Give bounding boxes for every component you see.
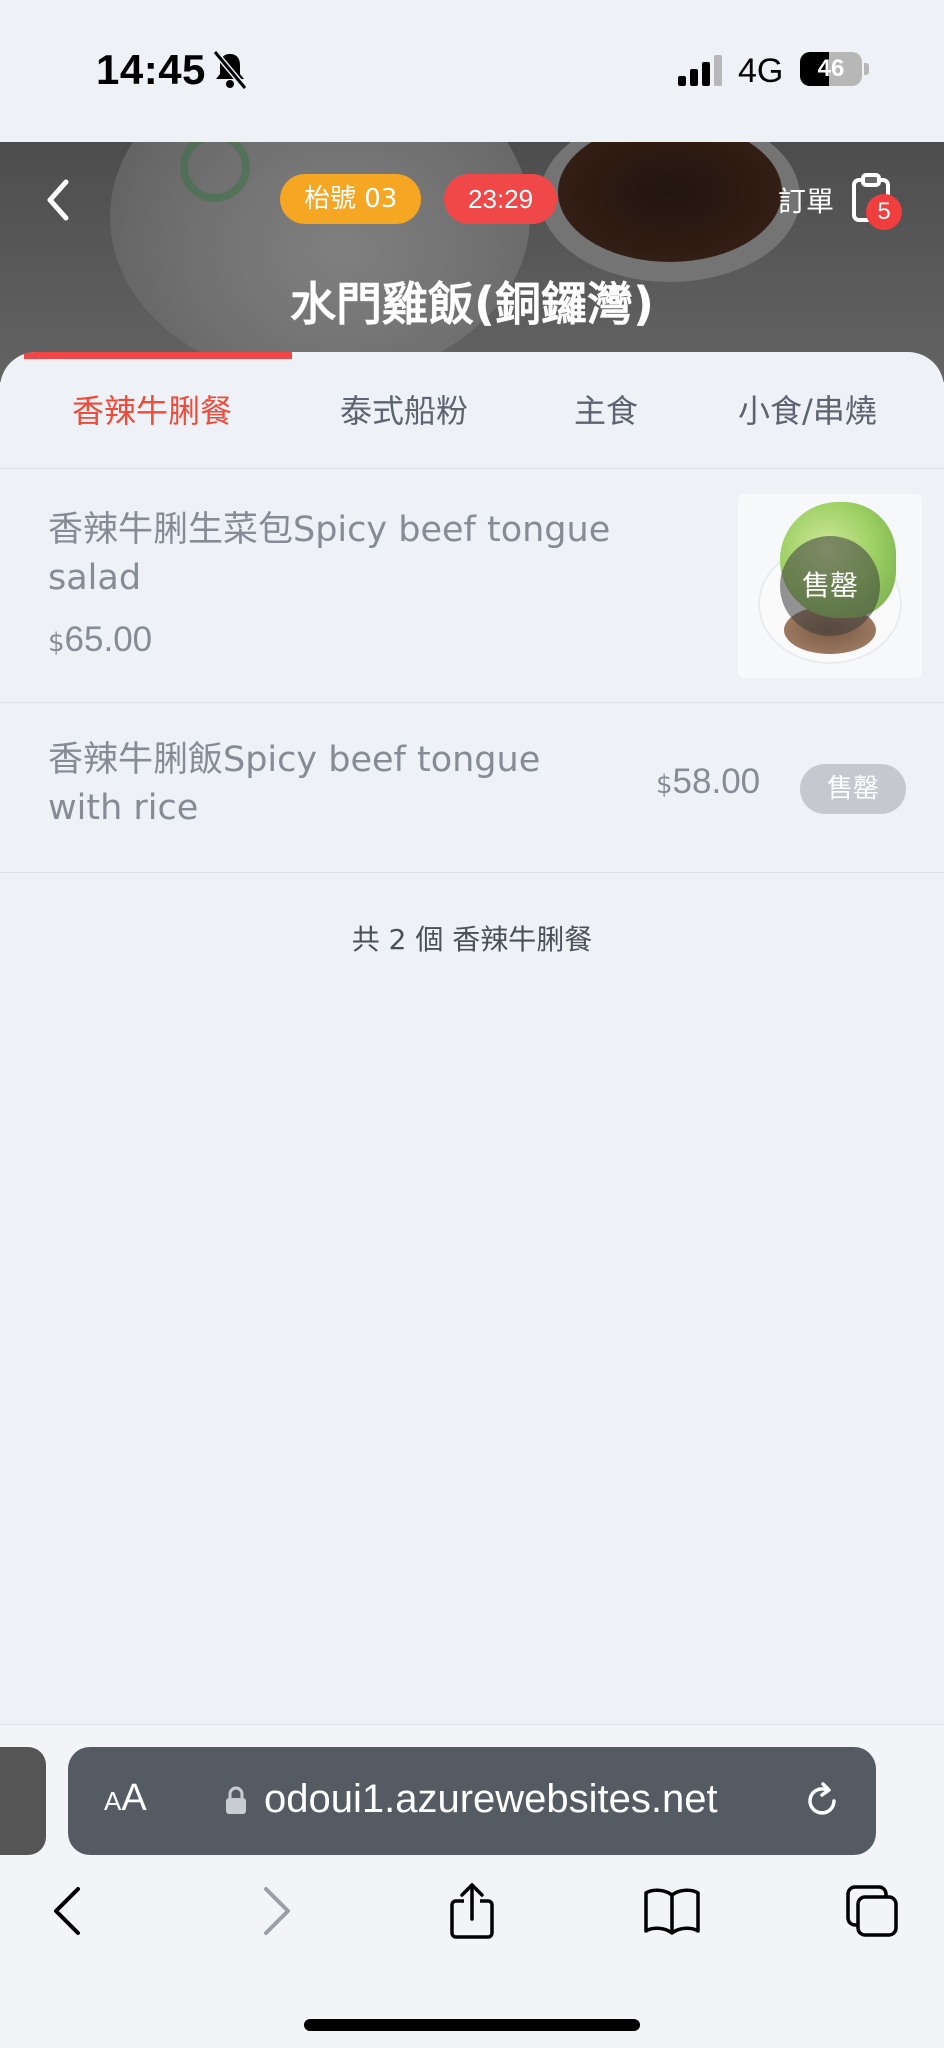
menu-item-name: 香辣牛脷飯Spicy beef tongue with rice: [48, 740, 541, 828]
browser-back-icon[interactable]: [40, 1881, 100, 1941]
back-button[interactable]: [36, 172, 80, 228]
tabs-icon[interactable]: [842, 1881, 902, 1941]
network-label: 4G: [738, 52, 784, 90]
previous-tab-preview[interactable]: [0, 1747, 46, 1855]
lock-icon: [226, 1786, 246, 1814]
divider: [0, 872, 944, 873]
bookmarks-icon[interactable]: [642, 1881, 702, 1941]
menu-item-photo: 售罄: [738, 494, 922, 678]
share-icon[interactable]: [442, 1881, 502, 1941]
tab-spicy-beef-tongue[interactable]: 香辣牛脷餐: [72, 386, 232, 432]
menu-panel: 香辣牛脷餐 泰式船粉 主食 小食/串燒 香辣牛脷生菜包Spicy beef to…: [0, 352, 944, 1724]
store-title: 水門雞飯(銅鑼灣): [289, 277, 655, 331]
tab-snacks-skewers[interactable]: 小食/串燒: [738, 386, 877, 432]
bell-slash-icon: [212, 50, 248, 90]
status-time: 14:45: [96, 46, 206, 93]
category-tabs: 香辣牛脷餐 泰式船粉 主食 小食/串燒: [0, 352, 944, 468]
tab-thai-boat-noodles[interactable]: 泰式船粉: [340, 386, 468, 432]
battery-percent: 46: [817, 55, 845, 82]
address-bar[interactable]: AA odoui1.azurewebsites.net: [68, 1747, 876, 1855]
battery-icon: 46: [800, 52, 870, 86]
menu-item-price: $58.00: [656, 762, 761, 801]
sold-out-badge: 售罄: [800, 764, 906, 814]
divider: [0, 468, 944, 469]
tab-main-dishes[interactable]: 主食: [574, 386, 638, 432]
item-count-summary: 共 2 個 香辣牛脷餐: [351, 923, 593, 956]
timer-badge: 23:29: [444, 174, 558, 224]
sold-out-badge: 售罄: [780, 536, 880, 636]
signal-icon: [678, 55, 722, 86]
status-bar: 14:45 4G 46: [0, 0, 944, 142]
browser-forward-icon[interactable]: [244, 1881, 304, 1941]
store-header: 枱號 03 23:29 訂單 5 水門雞飯(銅鑼灣): [0, 142, 944, 382]
url-text[interactable]: odoui1.azurewebsites.net: [264, 1777, 718, 1822]
order-count-badge: 5: [866, 194, 902, 230]
browser-toolbar: AA odoui1.azurewebsites.net: [0, 1724, 944, 2048]
table-number-badge: 枱號 03: [280, 174, 422, 224]
menu-item-name: 香辣牛脷生菜包Spicy beef tongue salad: [48, 510, 611, 598]
menu-item-price: $65.00: [48, 620, 153, 659]
reader-settings-button[interactable]: AA: [104, 1777, 147, 1820]
order-link[interactable]: 訂單: [778, 180, 834, 220]
divider: [0, 702, 944, 703]
reload-icon[interactable]: [802, 1781, 842, 1821]
home-indicator: [304, 2019, 640, 2031]
